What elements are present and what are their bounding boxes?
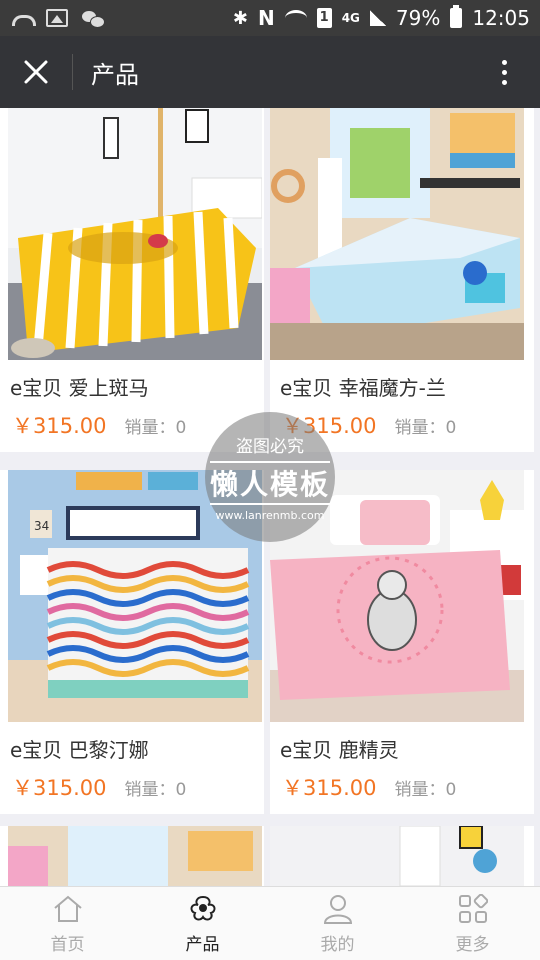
wechat-icon (82, 9, 105, 28)
product-price: ￥315.00 (12, 776, 107, 800)
product-meta: ￥315.00 销量：0 (282, 410, 534, 438)
signal-icon (369, 10, 386, 26)
product-sales: 销量：0 (394, 418, 457, 438)
home-icon (51, 892, 85, 926)
close-icon (24, 60, 48, 84)
battery-percent: 79% (395, 6, 441, 30)
image-icon (46, 9, 68, 27)
product-name: e宝贝 巴黎汀娜 (10, 738, 149, 762)
title-bar: 产品 (0, 36, 540, 108)
clock: 12:05 (472, 6, 530, 30)
tab-more[interactable]: 更多 (405, 887, 540, 960)
user-icon (321, 892, 355, 926)
svg-text:34: 34 (34, 519, 49, 533)
product-name: e宝贝 鹿精灵 (280, 738, 399, 762)
page-title: 产品 (91, 60, 139, 89)
bluetooth-icon: ✱ (232, 7, 248, 29)
product-price: ￥315.00 (282, 776, 377, 800)
tab-label: 我的 (320, 935, 355, 955)
wifi-icon (284, 10, 307, 26)
product-image[interactable] (270, 826, 524, 886)
tab-label: 首页 (50, 935, 85, 955)
tab-label: 更多 (455, 935, 490, 955)
product-image[interactable]: 34 (8, 470, 262, 722)
product-image[interactable] (270, 470, 524, 722)
grid-icon (456, 892, 490, 926)
close-button[interactable] (0, 36, 72, 108)
tab-home[interactable]: 首页 (0, 887, 135, 960)
product-sales: 销量：0 (124, 418, 187, 438)
product-sales: 销量：0 (124, 780, 187, 800)
product-image[interactable] (270, 108, 524, 360)
title-divider (72, 54, 73, 90)
tab-mine[interactable]: 我的 (270, 887, 405, 960)
product-name: e宝贝 幸福魔方-兰 (280, 376, 446, 400)
more-vertical-icon (501, 59, 507, 85)
network-type: 4G (341, 11, 360, 25)
product-card[interactable]: e宝贝 爱上斑马 ￥315.00 销量：0 (0, 108, 264, 452)
product-card[interactable]: e宝贝 鹿精灵 ￥315.00 销量：0 (270, 470, 534, 814)
tab-label: 产品 (185, 935, 220, 955)
product-card[interactable]: 34 e宝贝 巴黎汀娜 ￥315.00 销量：0 (0, 470, 264, 814)
nfc-icon: N (257, 6, 275, 30)
product-price: ￥315.00 (282, 414, 377, 438)
product-card[interactable]: e宝贝 幸福魔方-兰 ￥315.00 销量：0 (270, 108, 534, 452)
product-card[interactable] (270, 826, 534, 886)
product-meta: ￥315.00 销量：0 (12, 772, 264, 800)
product-card[interactable] (0, 826, 264, 886)
product-meta: ￥315.00 销量：0 (282, 772, 534, 800)
product-grid: e宝贝 爱上斑马 ￥315.00 销量：0 e宝贝 幸福魔方-兰 ￥315.00… (0, 108, 540, 886)
tab-products[interactable]: 产品 (135, 887, 270, 960)
product-name: e宝贝 爱上斑马 (10, 376, 149, 400)
product-image[interactable] (8, 108, 262, 360)
bottom-tab-bar: 首页 产品 我的 更多 (0, 886, 540, 960)
product-sales: 销量：0 (394, 780, 457, 800)
product-price: ￥315.00 (12, 414, 107, 438)
product-image[interactable] (8, 826, 262, 886)
product-meta: ￥315.00 销量：0 (12, 410, 264, 438)
status-bar: ✱ N 1 4G 79% 12:05 (0, 0, 540, 36)
missed-call-icon (10, 9, 36, 27)
sim-indicator: 1 (316, 8, 332, 28)
more-menu-button[interactable] (468, 36, 540, 108)
cotton-flower-icon (186, 892, 220, 926)
battery-icon (450, 5, 463, 28)
